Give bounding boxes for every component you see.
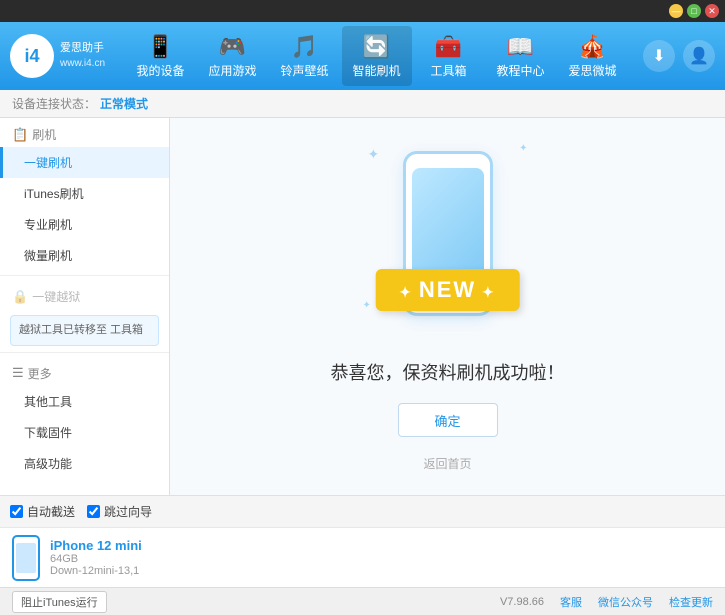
auto-send-checkbox[interactable]: [10, 505, 23, 518]
new-ribbon: NEW: [375, 269, 520, 311]
device-info: iPhone 12 mini 64GB Down-12mini-13,1: [50, 538, 142, 577]
sidebar-item-pro-flash[interactable]: 专业刷机: [0, 209, 169, 240]
more-section-label: 更多: [28, 365, 52, 382]
logo-area: i4 爱思助手 www.i4.cn: [10, 34, 110, 78]
tutorial-icon: 📖: [507, 34, 534, 60]
status-label: 设备连接状态：: [12, 95, 96, 112]
download-button[interactable]: ⬇: [643, 40, 675, 72]
smart-flash-icon: 🔄: [363, 34, 390, 60]
sparkle-1: ✦: [368, 146, 380, 163]
sidebar-divider-2: [0, 352, 169, 353]
jailbreak-section-title: 🔒 一键越狱: [0, 280, 169, 309]
my-device-icon: 📱: [147, 34, 174, 60]
auto-send-label: 自动截送: [27, 503, 75, 520]
wechat-link[interactable]: 微信公众号: [598, 594, 653, 610]
bottom-left: 阻止iTunes运行: [12, 591, 107, 613]
header: i4 爱思助手 www.i4.cn 📱 我的设备 🎮 应用游戏 🎵 铃声壁纸 🔄…: [0, 22, 725, 90]
skip-wizard-checkbox[interactable]: [87, 505, 100, 518]
footer-check-bar: 自动截送 跳过向导: [0, 495, 725, 527]
sidebar-item-advanced[interactable]: 高级功能: [0, 448, 169, 479]
minimize-button[interactable]: —: [669, 4, 683, 18]
maximize-button[interactable]: □: [687, 4, 701, 18]
logo-icon: i4: [24, 46, 39, 67]
nav-smart-flash[interactable]: 🔄 智能刷机: [342, 26, 412, 86]
flash-section-icon: 📋: [12, 127, 28, 143]
nav-weirdo-city-label: 爱思微城: [568, 62, 616, 79]
weirdo-city-icon: 🎪: [579, 34, 606, 60]
nav-my-device-label: 我的设备: [136, 62, 184, 79]
stop-itunes-button[interactable]: 阻止iTunes运行: [12, 591, 107, 613]
device-name: iPhone 12 mini: [50, 538, 142, 553]
nav-tutorial[interactable]: 📖 教程中心: [486, 26, 556, 86]
flash-section-title: 📋 刷机: [0, 118, 169, 147]
sparkle-2: ✦: [519, 143, 527, 154]
more-section-title: ☰ 更多: [0, 357, 169, 386]
jailbreak-label: 一键越狱: [32, 288, 80, 305]
user-button[interactable]: 👤: [683, 40, 715, 72]
status-bar: 设备连接状态： 正常模式: [0, 90, 725, 118]
sidebar-item-download-firmware[interactable]: 下载固件: [0, 417, 169, 448]
support-link[interactable]: 客服: [560, 594, 582, 610]
confirm-button[interactable]: 确定: [398, 403, 498, 437]
header-right: ⬇ 👤: [643, 40, 715, 72]
apps-games-icon: 🎮: [219, 34, 246, 60]
close-button[interactable]: ✕: [705, 4, 719, 18]
success-text: 恭喜您，保资料刷机成功啦！: [331, 359, 565, 385]
sidebar-item-one-click-flash[interactable]: 一键刷机: [0, 147, 169, 178]
promo-area: ✦ ✦ ✦ NEW 恭喜您，保资料刷机成功啦！ 确定 返回首页: [331, 141, 565, 472]
ringtones-icon: 🎵: [291, 34, 318, 60]
device-screen-preview: [16, 543, 36, 573]
phone-illustration: ✦ ✦ ✦ NEW: [358, 141, 538, 341]
nav-bar: 📱 我的设备 🎮 应用游戏 🎵 铃声壁纸 🔄 智能刷机 🧰 工具箱 📖 教程中心…: [110, 26, 643, 86]
sidebar-item-micro-flash[interactable]: 微量刷机: [0, 240, 169, 271]
nav-apps-games[interactable]: 🎮 应用游戏: [198, 26, 268, 86]
nav-smart-flash-label: 智能刷机: [352, 62, 400, 79]
sidebar-item-other-tools[interactable]: 其他工具: [0, 386, 169, 417]
auto-send-check[interactable]: 自动截送: [10, 503, 75, 520]
sparkle-3: ✦: [363, 300, 371, 311]
sidebar-item-itunes-flash[interactable]: iTunes刷机: [0, 178, 169, 209]
nav-my-device[interactable]: 📱 我的设备: [126, 26, 196, 86]
nav-apps-games-label: 应用游戏: [208, 62, 256, 79]
status-value: 正常模式: [100, 95, 148, 112]
main-layout: 📋 刷机 一键刷机 iTunes刷机 专业刷机 微量刷机 🔒 一键越狱 越狱工具…: [0, 118, 725, 495]
nav-toolbox[interactable]: 🧰 工具箱: [414, 26, 484, 86]
jailbreak-info-box: 越狱工具已转移至 工具箱: [10, 315, 159, 346]
version-text: V7.98.66: [500, 596, 544, 608]
update-link[interactable]: 检查更新: [669, 594, 713, 610]
device-icon: [12, 535, 40, 581]
nav-weirdo-city[interactable]: 🎪 爱思微城: [558, 26, 628, 86]
sidebar-divider-1: [0, 275, 169, 276]
bottom-bar: 阻止iTunes运行 V7.98.66 客服 微信公众号 检查更新: [0, 587, 725, 615]
device-panel: iPhone 12 mini 64GB Down-12mini-13,1: [0, 527, 725, 587]
device-firmware: Down-12mini-13,1: [50, 565, 142, 577]
nav-tutorial-label: 教程中心: [496, 62, 544, 79]
sidebar: 📋 刷机 一键刷机 iTunes刷机 专业刷机 微量刷机 🔒 一键越狱 越狱工具…: [0, 118, 170, 495]
title-bar: — □ ✕: [0, 0, 725, 22]
more-section-icon: ☰: [12, 365, 24, 381]
logo-text: 爱思助手 www.i4.cn: [60, 41, 105, 70]
back-link[interactable]: 返回首页: [423, 455, 471, 472]
bottom-right: V7.98.66 客服 微信公众号 检查更新: [500, 594, 713, 610]
nav-toolbox-label: 工具箱: [430, 62, 466, 79]
content-area: ✦ ✦ ✦ NEW 恭喜您，保资料刷机成功啦！ 确定 返回首页: [170, 118, 725, 495]
device-storage: 64GB: [50, 553, 142, 565]
jailbreak-info-text: 越狱工具已转移至 工具箱: [19, 324, 143, 336]
nav-ringtones-label: 铃声壁纸: [280, 62, 328, 79]
toolbox-icon: 🧰: [435, 34, 462, 60]
nav-ringtones[interactable]: 🎵 铃声壁纸: [270, 26, 340, 86]
skip-wizard-check[interactable]: 跳过向导: [87, 503, 152, 520]
flash-section-label: 刷机: [32, 126, 56, 143]
skip-wizard-label: 跳过向导: [104, 503, 152, 520]
lock-icon: 🔒: [12, 289, 28, 305]
logo-circle: i4: [10, 34, 54, 78]
